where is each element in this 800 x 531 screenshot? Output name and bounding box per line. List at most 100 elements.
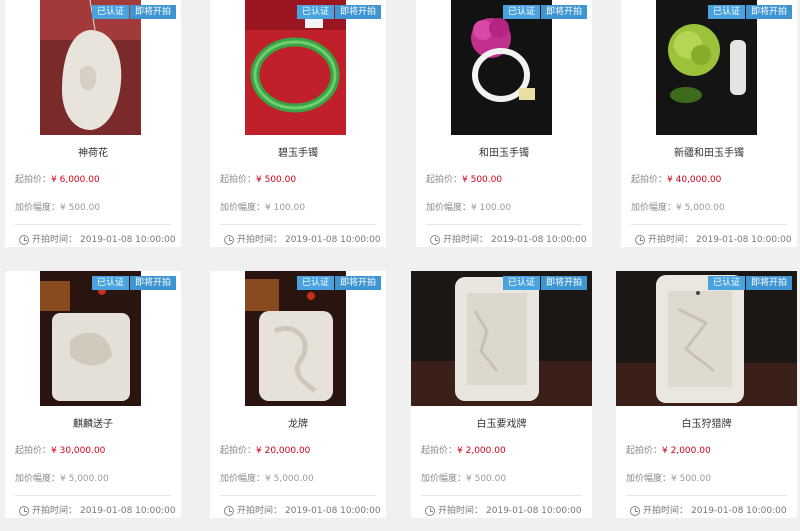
start-time-row: 开拍时间： 2019-01-08 10:00:00	[411, 504, 592, 518]
divider	[421, 495, 582, 496]
start-time-label: 开拍时间：	[237, 235, 283, 245]
clock-icon	[19, 235, 29, 245]
increment-value: ¥ 500.00	[466, 474, 507, 484]
divider	[631, 224, 787, 225]
increment-row: 加价幅度：¥ 500.00	[411, 473, 592, 486]
increment-value: ¥ 5,000.00	[60, 474, 109, 484]
start-price-label: 起拍价：	[421, 446, 458, 456]
auction-card[interactable]: 已认证 即将开拍 白玉要戏牌 起拍价：¥ 2,000.00 加价幅度：¥ 500…	[411, 271, 592, 518]
increment-value: ¥ 5,000.00	[676, 203, 725, 213]
auction-card[interactable]: 已认证 即将开拍 神荷花 起拍价：¥ 6,000.00 加价幅度：¥ 500.0…	[5, 0, 181, 247]
increment-label: 加价幅度：	[220, 474, 266, 484]
start-price-value: ¥ 6,000.00	[51, 175, 100, 185]
start-price-label: 起拍价：	[15, 175, 52, 185]
start-time-value: 2019-01-08 10:00:00	[486, 506, 582, 516]
auction-card[interactable]: 已认证 即将开拍 麒麟送子 起拍价：¥ 30,000.00 加价幅度：¥ 5,0…	[5, 271, 181, 518]
verified-badge: 已认证	[91, 276, 129, 290]
divider	[15, 495, 171, 496]
start-price-row: 起拍价：¥ 40,000.00	[621, 174, 797, 187]
divider	[220, 495, 376, 496]
increment-label: 加价幅度：	[15, 203, 61, 213]
start-price-label: 起拍价：	[220, 175, 257, 185]
item-image[interactable]: 已认证 即将开拍	[416, 0, 592, 135]
start-price-row: 起拍价：¥ 2,000.00	[616, 445, 797, 458]
start-price-row: 起拍价：¥ 500.00	[210, 174, 386, 187]
verified-badge: 已认证	[296, 276, 334, 290]
item-image[interactable]: 已认证 即将开拍	[5, 271, 181, 406]
start-price-value: ¥ 2,000.00	[662, 446, 711, 456]
increment-value: ¥ 100.00	[471, 203, 512, 213]
clock-icon	[425, 506, 435, 516]
start-time-row: 开拍时间： 2019-01-08 10:00:00	[621, 233, 797, 247]
start-price-value: ¥ 40,000.00	[667, 175, 722, 185]
item-title[interactable]: 新疆和田玉手镯	[621, 147, 797, 161]
increment-value: ¥ 5,000.00	[265, 474, 314, 484]
auction-card[interactable]: 已认证 即将开拍 新疆和田玉手镯 起拍价：¥ 40,000.00 加价幅度：¥ …	[621, 0, 797, 247]
auction-card[interactable]: 已认证 即将开拍 龙牌 起拍价：¥ 20,000.00 加价幅度：¥ 5,000…	[210, 271, 386, 518]
verified-badge: 已认证	[296, 5, 334, 19]
start-time-value: 2019-01-08 10:00:00	[696, 235, 792, 245]
upcoming-badge: 即将开拍	[540, 276, 587, 290]
item-title[interactable]: 和田玉手镯	[416, 147, 592, 161]
start-time-row: 开拍时间： 2019-01-08 10:00:00	[5, 504, 181, 518]
divider	[626, 495, 787, 496]
verified-badge: 已认证	[91, 5, 129, 19]
item-title[interactable]: 麒麟送子	[5, 418, 181, 432]
item-title[interactable]: 神荷花	[5, 147, 181, 161]
divider	[15, 224, 171, 225]
start-time-row: 开拍时间： 2019-01-08 10:00:00	[5, 233, 181, 247]
upcoming-badge: 即将开拍	[334, 5, 381, 19]
auction-card[interactable]: 已认证 即将开拍 和田玉手镯 起拍价：¥ 500.00 加价幅度：¥ 100.0…	[416, 0, 592, 247]
start-price-value: ¥ 30,000.00	[51, 446, 106, 456]
increment-label: 加价幅度：	[220, 203, 266, 213]
start-price-value: ¥ 20,000.00	[256, 446, 311, 456]
increment-row: 加价幅度：¥ 500.00	[5, 202, 181, 215]
upcoming-badge: 即将开拍	[540, 5, 587, 19]
verified-badge: 已认证	[707, 276, 745, 290]
clock-icon	[224, 235, 234, 245]
start-time-label: 开拍时间：	[32, 506, 78, 516]
auction-card[interactable]: 已认证 即将开拍 白玉狩猎牌 起拍价：¥ 2,000.00 加价幅度：¥ 500…	[616, 271, 797, 518]
upcoming-badge: 即将开拍	[129, 276, 176, 290]
item-image[interactable]: 已认证 即将开拍	[210, 271, 386, 406]
start-time-label: 开拍时间：	[32, 235, 78, 245]
item-title[interactable]: 白玉狩猎牌	[616, 418, 797, 432]
start-price-label: 起拍价：	[626, 446, 663, 456]
auction-grid: 已认证 即将开拍 神荷花 起拍价：¥ 6,000.00 加价幅度：¥ 500.0…	[0, 0, 800, 531]
item-title[interactable]: 龙牌	[210, 418, 386, 432]
divider	[220, 224, 376, 225]
divider	[426, 224, 582, 225]
upcoming-badge: 即将开拍	[334, 276, 381, 290]
increment-row: 加价幅度：¥ 5,000.00	[621, 202, 797, 215]
increment-value: ¥ 100.00	[265, 203, 306, 213]
verified-badge: 已认证	[502, 5, 540, 19]
start-price-row: 起拍价：¥ 500.00	[416, 174, 592, 187]
increment-label: 加价幅度：	[626, 474, 672, 484]
increment-label: 加价幅度：	[421, 474, 467, 484]
increment-row: 加价幅度：¥ 5,000.00	[5, 473, 181, 486]
item-image[interactable]: 已认证 即将开拍	[616, 271, 797, 406]
start-price-label: 起拍价：	[426, 175, 463, 185]
start-price-value: ¥ 500.00	[462, 175, 503, 185]
item-title[interactable]: 白玉要戏牌	[411, 418, 592, 432]
auction-card[interactable]: 已认证 即将开拍 碧玉手镯 起拍价：¥ 500.00 加价幅度：¥ 100.00…	[210, 0, 386, 247]
start-price-value: ¥ 2,000.00	[457, 446, 506, 456]
start-price-label: 起拍价：	[631, 175, 668, 185]
item-image[interactable]: 已认证 即将开拍	[621, 0, 797, 135]
start-price-value: ¥ 500.00	[256, 175, 297, 185]
start-time-value: 2019-01-08 10:00:00	[80, 506, 176, 516]
item-image[interactable]: 已认证 即将开拍	[5, 0, 181, 135]
item-image[interactable]: 已认证 即将开拍	[411, 271, 592, 406]
start-time-row: 开拍时间： 2019-01-08 10:00:00	[416, 233, 592, 247]
item-title[interactable]: 碧玉手镯	[210, 147, 386, 161]
increment-value: ¥ 500.00	[671, 474, 712, 484]
start-time-label: 开拍时间：	[443, 235, 489, 245]
verified-badge: 已认证	[502, 276, 540, 290]
start-time-label: 开拍时间：	[237, 506, 283, 516]
increment-label: 加价幅度：	[631, 203, 677, 213]
item-image[interactable]: 已认证 即将开拍	[210, 0, 386, 135]
start-price-row: 起拍价：¥ 2,000.00	[411, 445, 592, 458]
clock-icon	[430, 235, 440, 245]
increment-label: 加价幅度：	[15, 474, 61, 484]
start-time-value: 2019-01-08 10:00:00	[691, 506, 787, 516]
